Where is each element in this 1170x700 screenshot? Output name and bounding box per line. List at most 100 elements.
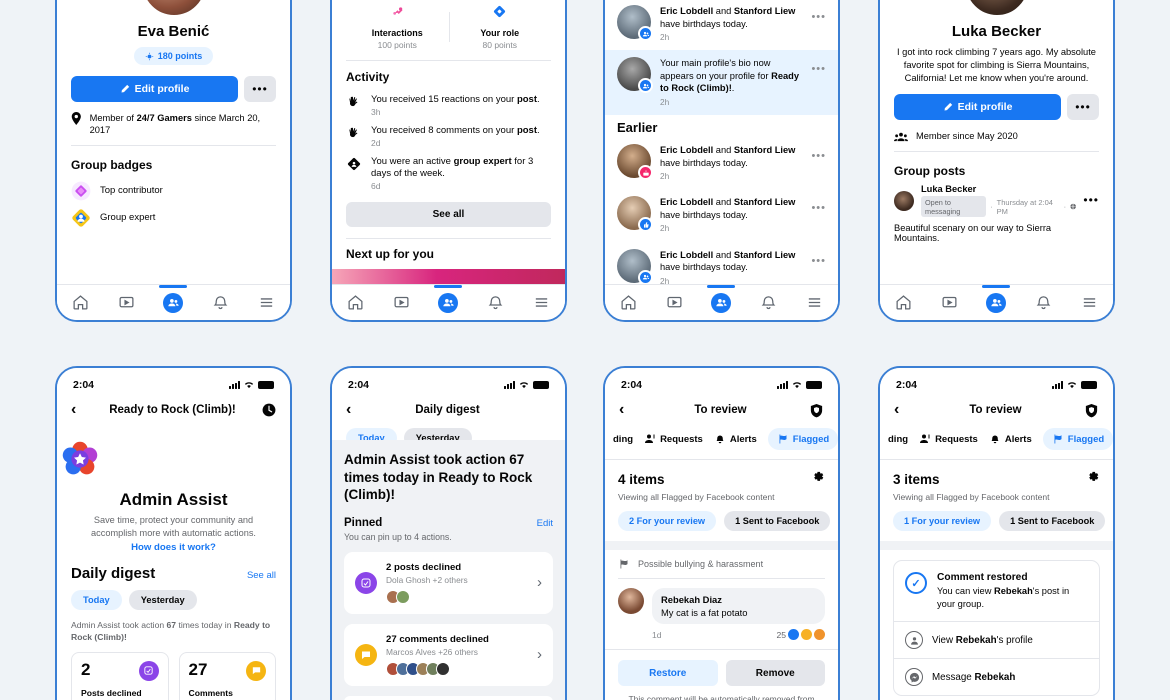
tab-flagged[interactable]: Flagged bbox=[1042, 428, 1113, 450]
filter-for-your-review[interactable]: 1 For your review bbox=[893, 511, 992, 531]
avatar[interactable] bbox=[618, 588, 644, 614]
tab-watch[interactable] bbox=[385, 286, 419, 320]
filter-for-your-review[interactable]: 2 For your review bbox=[618, 511, 717, 531]
tab-menu[interactable] bbox=[798, 286, 832, 320]
tab-groups[interactable] bbox=[979, 284, 1013, 320]
activity-item[interactable]: You received 15 reactions on your post. … bbox=[332, 86, 565, 117]
tab-watch[interactable] bbox=[933, 286, 967, 320]
items-count-row: 4 items bbox=[605, 460, 838, 489]
action-card-comments-declined[interactable]: 27 comments declined Marcos Alves +26 ot… bbox=[344, 623, 553, 686]
tab-yesterday[interactable]: Yesterday bbox=[128, 589, 197, 610]
badge-group-expert[interactable]: Group expert bbox=[57, 201, 290, 228]
tab-notifications[interactable] bbox=[751, 286, 785, 320]
activity-item[interactable]: You were an active group expert for 3 da… bbox=[332, 148, 565, 191]
stat-card-posts-declined[interactable]: 2 Posts declined bbox=[71, 651, 169, 700]
divider bbox=[71, 144, 276, 146]
tab-requests[interactable]: Requests bbox=[644, 433, 703, 445]
tab-watch[interactable] bbox=[658, 286, 692, 320]
tab-notifications[interactable] bbox=[203, 286, 237, 320]
interactions-icon bbox=[393, 7, 403, 15]
bell-icon bbox=[761, 296, 775, 310]
points-badge[interactable]: 180 points bbox=[133, 47, 214, 65]
avatar[interactable] bbox=[880, 0, 1113, 18]
tab-groups[interactable] bbox=[431, 284, 465, 320]
edit-link[interactable]: Edit bbox=[537, 518, 553, 529]
profile-more-button[interactable]: ••• bbox=[244, 75, 276, 102]
badge-top-contributor[interactable]: Top contributor bbox=[57, 174, 290, 201]
activity-item[interactable]: You received 8 comments on your post. 2d bbox=[332, 117, 565, 148]
gear-icon[interactable] bbox=[810, 469, 825, 489]
restore-button[interactable]: Restore bbox=[618, 660, 718, 686]
notification-item[interactable]: Eric Lobdell and Stanford Liew have birt… bbox=[605, 0, 838, 50]
group-badges-title: Group badges bbox=[71, 157, 153, 172]
tab-menu[interactable] bbox=[1073, 286, 1107, 320]
tab-notifications[interactable] bbox=[1026, 286, 1060, 320]
chevron-right-icon[interactable]: › bbox=[537, 574, 542, 591]
stat-card-comments-declined[interactable]: 27 Comments declined bbox=[178, 651, 276, 700]
chevron-left-icon[interactable]: ‹ bbox=[619, 402, 635, 418]
remove-button[interactable]: Remove bbox=[725, 660, 825, 686]
chevron-left-icon[interactable]: ‹ bbox=[894, 402, 910, 418]
notification-more-button[interactable]: ••• bbox=[811, 5, 826, 23]
tab-groups[interactable] bbox=[156, 284, 190, 320]
post-author[interactable]: Luka Becker bbox=[921, 184, 1076, 194]
avatar[interactable] bbox=[894, 190, 914, 211]
gear-icon[interactable] bbox=[1085, 469, 1100, 489]
tab-flagged[interactable]: Flagged bbox=[767, 428, 838, 450]
groups-icon bbox=[163, 292, 184, 313]
hamburger-menu-icon bbox=[536, 298, 548, 307]
notification-item-unread[interactable]: Your main profile's bio now appears on y… bbox=[605, 50, 838, 116]
see-all-button[interactable]: See all bbox=[346, 202, 551, 228]
stat-label: Your role bbox=[480, 28, 520, 38]
tab-home[interactable] bbox=[611, 286, 645, 320]
how-does-it-work-link[interactable]: How does it work? bbox=[57, 542, 290, 553]
tab-menu[interactable] bbox=[250, 286, 284, 320]
message-action[interactable]: Message Rebekah bbox=[894, 658, 1099, 695]
members-group-icon bbox=[894, 132, 908, 141]
action-card-posts-declined[interactable]: 2 posts declined Dola Ghosh +2 others › bbox=[344, 551, 553, 614]
section-divider bbox=[605, 541, 838, 550]
tab-home[interactable] bbox=[63, 286, 97, 320]
shield-icon[interactable] bbox=[1081, 403, 1099, 418]
tab-pending[interactable]: ding bbox=[888, 434, 908, 445]
tab-pending[interactable]: ding bbox=[613, 434, 633, 445]
comment-author[interactable]: Rebekah Diaz bbox=[661, 594, 816, 605]
notification-more-button[interactable]: ••• bbox=[811, 57, 826, 75]
tab-home[interactable] bbox=[338, 286, 372, 320]
edit-profile-button[interactable]: Edit profile bbox=[71, 75, 238, 102]
filter-sent-to-facebook[interactable]: 1 Sent to Facebook bbox=[724, 511, 831, 531]
admin-assist-subtitle: Save time, protect your community and ac… bbox=[91, 515, 256, 538]
tab-notifications[interactable] bbox=[478, 286, 512, 320]
action-card-partial[interactable] bbox=[344, 695, 553, 700]
person-circle-icon bbox=[905, 631, 923, 650]
reaction-summary[interactable]: 25 bbox=[776, 629, 825, 640]
tab-home[interactable] bbox=[886, 286, 920, 320]
flag-icon bbox=[1054, 434, 1062, 444]
notification-more-button[interactable]: ••• bbox=[811, 144, 826, 162]
tab-groups[interactable] bbox=[704, 284, 738, 320]
clock-history-icon[interactable] bbox=[258, 403, 276, 417]
notification-item[interactable]: Eric Lobdell and Stanford Liew have birt… bbox=[605, 137, 838, 189]
notification-more-button[interactable]: ••• bbox=[811, 196, 826, 214]
chevron-left-icon[interactable]: ‹ bbox=[71, 402, 87, 418]
edit-profile-button[interactable]: Edit profile bbox=[894, 94, 1061, 121]
shield-icon[interactable] bbox=[806, 403, 824, 418]
tab-today[interactable]: Today bbox=[71, 589, 122, 610]
profile-more-button[interactable]: ••• bbox=[1067, 94, 1099, 121]
chevron-right-icon[interactable]: › bbox=[537, 646, 542, 663]
tab-alerts[interactable]: Alerts bbox=[989, 433, 1032, 445]
tab-watch[interactable] bbox=[110, 286, 144, 320]
avatar[interactable] bbox=[57, 0, 290, 18]
post-more-button[interactable]: ••• bbox=[1083, 194, 1099, 206]
phone-panel-to-review-restored: 2:04 ‹ To review ding Requests Alerts Fl… bbox=[878, 366, 1115, 700]
tab-menu[interactable] bbox=[525, 286, 559, 320]
tab-alerts[interactable]: Alerts bbox=[714, 433, 757, 445]
notification-text: Eric Lobdell and Stanford Liew have birt… bbox=[660, 197, 796, 220]
chevron-left-icon[interactable]: ‹ bbox=[346, 402, 362, 418]
notification-more-button[interactable]: ••• bbox=[811, 249, 826, 267]
tab-requests[interactable]: Requests bbox=[919, 433, 978, 445]
see-all-link[interactable]: See all bbox=[247, 570, 276, 581]
filter-sent-to-facebook[interactable]: 1 Sent to Facebook bbox=[999, 511, 1106, 531]
view-profile-action[interactable]: View Rebekah's profile bbox=[894, 621, 1099, 658]
notification-item[interactable]: Eric Lobdell and Stanford Liew have birt… bbox=[605, 189, 838, 241]
